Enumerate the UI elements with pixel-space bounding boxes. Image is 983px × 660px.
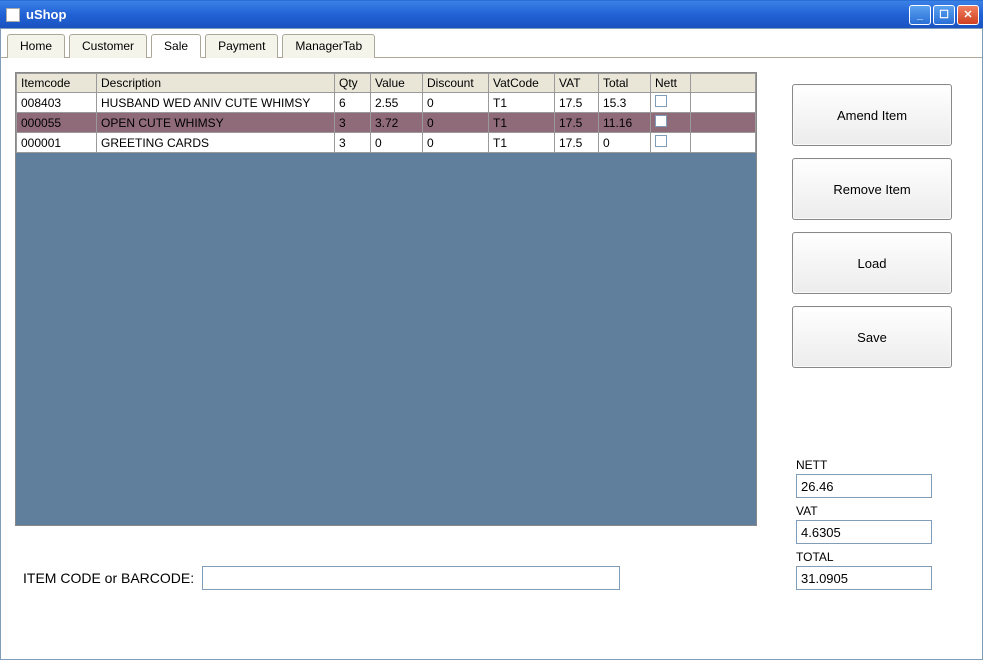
table-row[interactable]: 008403HUSBAND WED ANIV CUTE WHIMSY62.550…: [17, 93, 756, 113]
barcode-input[interactable]: [202, 566, 620, 590]
maximize-button[interactable]: ☐: [933, 5, 955, 25]
col-nett[interactable]: Nett: [651, 74, 691, 93]
remove-item-label: Remove Item: [833, 182, 910, 197]
col-description[interactable]: Description: [97, 74, 335, 93]
title-bar: uShop _ ☐ ✕: [0, 0, 983, 28]
grid-cell[interactable]: OPEN CUTE WHIMSY: [97, 113, 335, 133]
tab-payment[interactable]: Payment: [205, 34, 278, 58]
tab-customer-label: Customer: [82, 39, 134, 53]
grid-cell[interactable]: 0: [371, 133, 423, 153]
tab-sale[interactable]: Sale: [151, 34, 201, 58]
grid-cell[interactable]: 6: [335, 93, 371, 113]
grid-cell[interactable]: 0: [423, 113, 489, 133]
grid-cell[interactable]: 2.55: [371, 93, 423, 113]
content-area: Itemcode Description Qty Value Discount …: [1, 58, 982, 658]
grid-empty-area: [16, 153, 756, 526]
nett-value: [796, 474, 932, 498]
nett-checkbox-cell[interactable]: [651, 133, 691, 153]
grid-cell[interactable]: 000001: [17, 133, 97, 153]
grid-cell[interactable]: T1: [489, 93, 555, 113]
nett-checkbox-cell[interactable]: [651, 113, 691, 133]
tab-payment-label: Payment: [218, 39, 265, 53]
grid-cell[interactable]: T1: [489, 113, 555, 133]
app-title: uShop: [26, 7, 66, 22]
amend-item-button[interactable]: Amend Item: [792, 84, 952, 146]
col-total[interactable]: Total: [599, 74, 651, 93]
grid-cell[interactable]: 17.5: [555, 113, 599, 133]
grid-cell[interactable]: 17.5: [555, 133, 599, 153]
col-vat[interactable]: VAT: [555, 74, 599, 93]
grid-cell[interactable]: 0: [423, 93, 489, 113]
grid-cell-extra: [691, 93, 756, 113]
grid-cell[interactable]: 11.16: [599, 113, 651, 133]
total-label: TOTAL: [796, 550, 932, 564]
items-grid[interactable]: Itemcode Description Qty Value Discount …: [16, 73, 756, 153]
barcode-label: ITEM CODE or BARCODE:: [23, 570, 194, 586]
col-value[interactable]: Value: [371, 74, 423, 93]
grid-cell[interactable]: HUSBAND WED ANIV CUTE WHIMSY: [97, 93, 335, 113]
grid-header-row: Itemcode Description Qty Value Discount …: [17, 74, 756, 93]
app-icon: [6, 8, 20, 22]
action-button-column: Amend Item Remove Item Load Save: [792, 84, 952, 368]
tab-strip: Home Customer Sale Payment ManagerTab: [1, 29, 982, 58]
window-controls: _ ☐ ✕: [909, 5, 979, 25]
close-button[interactable]: ✕: [957, 5, 979, 25]
nett-checkbox-cell[interactable]: [651, 93, 691, 113]
grid-cell[interactable]: 0: [423, 133, 489, 153]
nett-label: NETT: [796, 458, 932, 472]
tab-home[interactable]: Home: [7, 34, 65, 58]
nett-checkbox[interactable]: [655, 115, 667, 127]
col-itemcode[interactable]: Itemcode: [17, 74, 97, 93]
tab-customer[interactable]: Customer: [69, 34, 147, 58]
nett-checkbox[interactable]: [655, 135, 667, 147]
close-icon: ✕: [963, 8, 972, 21]
grid-cell[interactable]: 3.72: [371, 113, 423, 133]
minimize-button[interactable]: _: [909, 5, 931, 25]
barcode-row: ITEM CODE or BARCODE:: [23, 566, 620, 590]
save-label: Save: [857, 330, 887, 345]
grid-cell-extra: [691, 133, 756, 153]
table-row[interactable]: 000001GREETING CARDS300T117.50: [17, 133, 756, 153]
grid-cell-extra: [691, 113, 756, 133]
col-vatcode[interactable]: VatCode: [489, 74, 555, 93]
grid-cell[interactable]: 3: [335, 133, 371, 153]
items-grid-panel: Itemcode Description Qty Value Discount …: [15, 72, 757, 526]
amend-item-label: Amend Item: [837, 108, 907, 123]
save-button[interactable]: Save: [792, 306, 952, 368]
vat-label: VAT: [796, 504, 932, 518]
client-area: Home Customer Sale Payment ManagerTab It…: [0, 28, 983, 660]
tab-manager-label: ManagerTab: [295, 39, 362, 53]
grid-cell[interactable]: GREETING CARDS: [97, 133, 335, 153]
grid-cell[interactable]: 0: [599, 133, 651, 153]
maximize-icon: ☐: [939, 8, 949, 21]
tab-manager[interactable]: ManagerTab: [282, 34, 375, 58]
grid-cell[interactable]: 008403: [17, 93, 97, 113]
grid-cell[interactable]: 3: [335, 113, 371, 133]
col-extra[interactable]: [691, 74, 756, 93]
tab-home-label: Home: [20, 39, 52, 53]
totals-panel: NETT VAT TOTAL: [796, 458, 932, 590]
nett-checkbox[interactable]: [655, 95, 667, 107]
minimize-icon: _: [917, 9, 923, 21]
tab-sale-label: Sale: [164, 39, 188, 53]
vat-value: [796, 520, 932, 544]
grid-cell[interactable]: 17.5: [555, 93, 599, 113]
grid-cell[interactable]: 000055: [17, 113, 97, 133]
load-button[interactable]: Load: [792, 232, 952, 294]
table-row[interactable]: 000055OPEN CUTE WHIMSY33.720T117.511.16: [17, 113, 756, 133]
remove-item-button[interactable]: Remove Item: [792, 158, 952, 220]
total-value: [796, 566, 932, 590]
col-qty[interactable]: Qty: [335, 74, 371, 93]
grid-cell[interactable]: 15.3: [599, 93, 651, 113]
load-label: Load: [858, 256, 887, 271]
col-discount[interactable]: Discount: [423, 74, 489, 93]
grid-cell[interactable]: T1: [489, 133, 555, 153]
